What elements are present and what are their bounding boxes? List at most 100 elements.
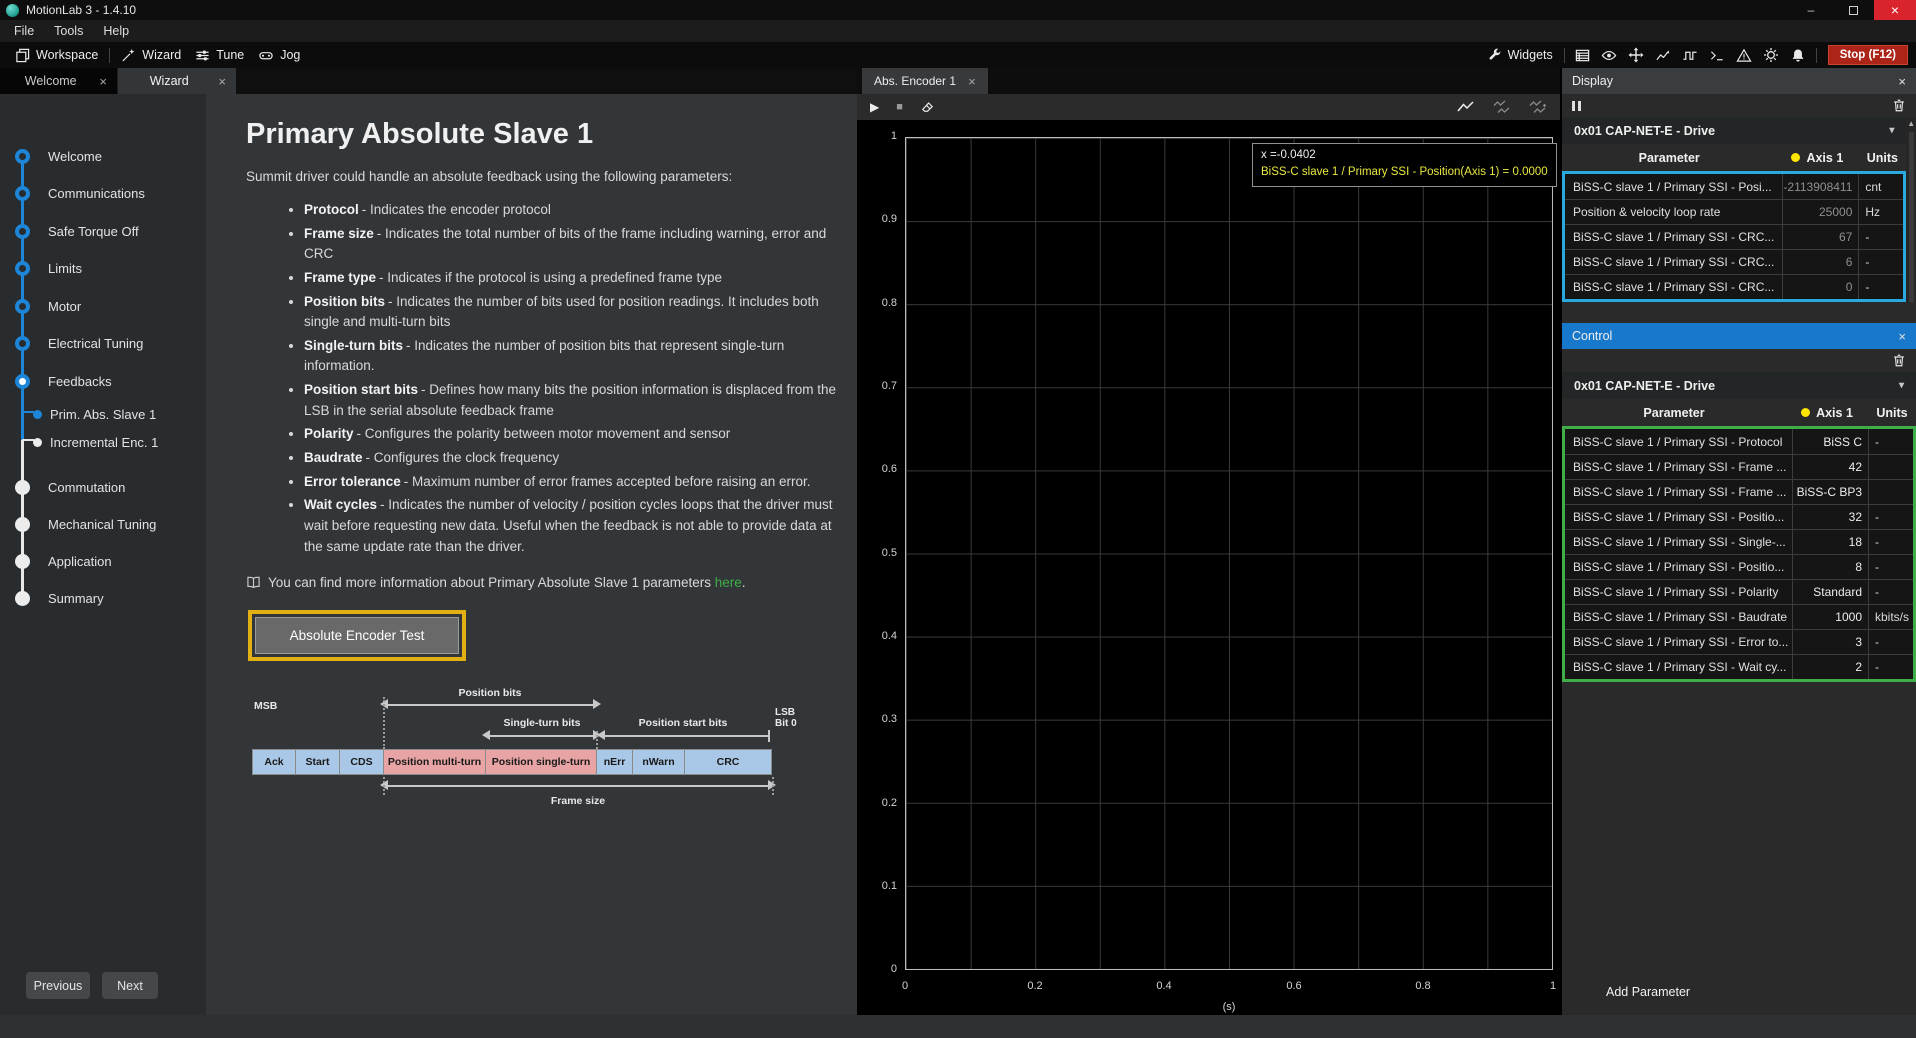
notifications-button[interactable] <box>1785 43 1812 67</box>
sidebar-item-incremental-enc-1[interactable]: Incremental Enc. 1 <box>33 435 158 450</box>
maximize-button[interactable] <box>1832 0 1874 20</box>
sidebar-item-feedbacks[interactable]: Feedbacks <box>15 374 112 389</box>
add-parameter-button[interactable]: Add Parameter <box>1606 985 1916 999</box>
tooltip-x-value: x =-0.0402 <box>1261 147 1548 164</box>
table-row[interactable]: BiSS-C slave 1 / Primary SSI - Positio..… <box>1565 554 1913 579</box>
display-drive-selector[interactable]: 0x01 CAP-NET-E - Drive ▾ <box>1562 117 1906 144</box>
next-button[interactable]: Next <box>102 972 158 999</box>
table-row[interactable]: Position & velocity loop rate25000Hz <box>1565 199 1903 224</box>
motion-button[interactable] <box>1623 43 1650 67</box>
plot-region[interactable]: 1 0.9 0.8 0.7 0.6 0.5 0.4 0.3 0.2 0.1 0 … <box>857 120 1560 1015</box>
sidebar-item-mechanical-tuning[interactable]: Mechanical Tuning <box>15 517 156 532</box>
table-row[interactable]: BiSS-C slave 1 / Primary SSI - CRC...0- <box>1565 274 1903 299</box>
frame-cell-ack: Ack <box>252 749 296 775</box>
table-row[interactable]: BiSS-C slave 1 / Primary SSI - Positio..… <box>1565 504 1913 529</box>
lsb-label: LSBBit 0 <box>775 707 797 729</box>
trend-chart-icon <box>1655 48 1671 63</box>
sidebar-item-limits[interactable]: Limits <box>15 261 82 276</box>
axis-color-dot <box>1791 153 1800 162</box>
absolute-encoder-test-button[interactable]: Absolute Encoder Test <box>255 617 459 654</box>
scrollbar-track[interactable] <box>1909 132 1914 302</box>
parameter-list-button[interactable] <box>1569 43 1596 67</box>
eraser-icon[interactable] <box>920 100 935 115</box>
sidebar-item-summary[interactable]: Summary <box>15 591 104 606</box>
sidebar-item-electrical-tuning[interactable]: Electrical Tuning <box>15 336 143 351</box>
table-row[interactable]: BiSS-C slave 1 / Primary SSI - Frame ...… <box>1565 454 1913 479</box>
frame-cells-row: Ack Start CDS Position multi-turn Positi… <box>252 749 772 775</box>
sidebar-item-motor[interactable]: Motor <box>15 299 81 314</box>
alerts-button[interactable] <box>1731 43 1758 67</box>
table-row[interactable]: BiSS-C slave 1 / Primary SSI - CRC...67- <box>1565 224 1903 249</box>
sidebar-item-application[interactable]: Application <box>15 554 112 569</box>
autoscale-icon[interactable] <box>1493 100 1511 114</box>
menu-tools[interactable]: Tools <box>44 24 93 38</box>
sidebar-item-welcome[interactable]: Welcome <box>15 149 102 164</box>
wizard-button[interactable]: Wizard <box>114 48 188 63</box>
single-turn-bits-arrow <box>486 735 597 737</box>
workspace-button[interactable]: Workspace <box>8 48 105 63</box>
highlight-box-blue: BiSS-C slave 1 / Primary SSI - Posi...-2… <box>1562 171 1906 302</box>
table-icon <box>1575 48 1590 63</box>
main-toolbar: Workspace Wizard Tune Jog Widgets <box>0 42 1916 68</box>
scroll-up-icon[interactable]: ▲ <box>1907 119 1915 129</box>
sidebar-item-communications[interactable]: Communications <box>15 186 145 201</box>
table-row[interactable]: BiSS-C slave 1 / Primary SSI - Baudrate1… <box>1565 604 1913 629</box>
tab-close-icon[interactable]: × <box>99 74 107 89</box>
autoscale-axes-icon[interactable] <box>1529 100 1547 114</box>
tab-wizard[interactable]: Wizard × <box>118 68 236 94</box>
highlight-box-green: BiSS-C slave 1 / Primary SSI - ProtocolB… <box>1562 426 1916 682</box>
signals-button[interactable] <box>1677 43 1704 67</box>
menu-file[interactable]: File <box>4 24 44 38</box>
table-row[interactable]: BiSS-C slave 1 / Primary SSI - Error to.… <box>1565 629 1913 654</box>
line-style-icon[interactable] <box>1457 100 1475 114</box>
table-row[interactable]: BiSS-C slave 1 / Primary SSI - Wait cy..… <box>1565 654 1913 679</box>
minimize-button[interactable]: – <box>1790 0 1832 20</box>
menu-help[interactable]: Help <box>93 24 139 38</box>
watch-button[interactable] <box>1596 43 1623 67</box>
display-table-header: Parameter Axis 1 Units <box>1562 144 1906 171</box>
close-icon[interactable]: × <box>1898 329 1906 344</box>
table-row[interactable]: BiSS-C slave 1 / Primary SSI - Frame ...… <box>1565 479 1913 504</box>
scrollbar[interactable]: ▲ <box>1906 117 1916 302</box>
tab-close-icon[interactable]: × <box>218 74 226 89</box>
scope-button[interactable] <box>1650 43 1677 67</box>
workspace-icon <box>15 48 30 63</box>
table-row[interactable]: BiSS-C slave 1 / Primary SSI - Single-..… <box>1565 529 1913 554</box>
sidebar-item-prim-abs-slave-1[interactable]: Prim. Abs. Slave 1 <box>33 407 156 422</box>
table-row[interactable]: BiSS-C slave 1 / Primary SSI - Posi...-2… <box>1565 174 1903 199</box>
close-icon[interactable]: × <box>1898 74 1906 89</box>
stop-icon[interactable]: ■ <box>896 101 903 113</box>
previous-button[interactable]: Previous <box>26 972 90 999</box>
sidebar-item-commutation[interactable]: Commutation <box>15 480 125 495</box>
scope-tab-bar: Abs. Encoder 1 × <box>857 68 1560 94</box>
settings-button[interactable] <box>1758 43 1785 67</box>
trash-icon[interactable] <box>1892 98 1906 113</box>
console-button[interactable] <box>1704 43 1731 67</box>
sidebar-item-safe-torque-off[interactable]: Safe Torque Off <box>15 224 139 239</box>
widgets-button[interactable]: Widgets <box>1481 48 1560 62</box>
tab-welcome[interactable]: Welcome × <box>0 68 118 94</box>
sliders-icon <box>195 48 210 63</box>
table-row[interactable]: BiSS-C slave 1 / Primary SSI - ProtocolB… <box>1565 429 1913 454</box>
tab-close-icon[interactable]: × <box>968 74 976 89</box>
here-link[interactable]: here <box>715 575 742 590</box>
wizard-workspace: Welcome × Wizard × Welcome Communication… <box>0 68 857 1015</box>
tab-abs-encoder-1[interactable]: Abs. Encoder 1 × <box>862 68 988 94</box>
plot-grid[interactable] <box>905 137 1553 970</box>
display-section-header[interactable]: Display × <box>1562 68 1916 94</box>
table-row[interactable]: BiSS-C slave 1 / Primary SSI - CRC...6- <box>1565 249 1903 274</box>
pause-icon[interactable] <box>1572 101 1581 111</box>
table-row[interactable]: BiSS-C slave 1 / Primary SSI - PolarityS… <box>1565 579 1913 604</box>
trash-icon[interactable] <box>1892 353 1906 368</box>
jog-button[interactable]: Jog <box>251 48 307 63</box>
play-icon[interactable]: ▶ <box>870 100 879 114</box>
close-button[interactable]: × <box>1874 0 1916 20</box>
y-tick: 0.9 <box>859 213 897 225</box>
control-section-header[interactable]: Control × <box>1562 323 1916 349</box>
control-drive-selector[interactable]: 0x01 CAP-NET-E - Drive ▾ <box>1562 372 1916 399</box>
tune-button[interactable]: Tune <box>188 48 251 63</box>
frame-cell-cds: CDS <box>340 749 384 775</box>
bullet-item: Frame size- Indicates the total number o… <box>304 224 838 265</box>
stop-button[interactable]: Stop (F12) <box>1828 45 1908 65</box>
frame-cell-nwarn: nWarn <box>633 749 685 775</box>
